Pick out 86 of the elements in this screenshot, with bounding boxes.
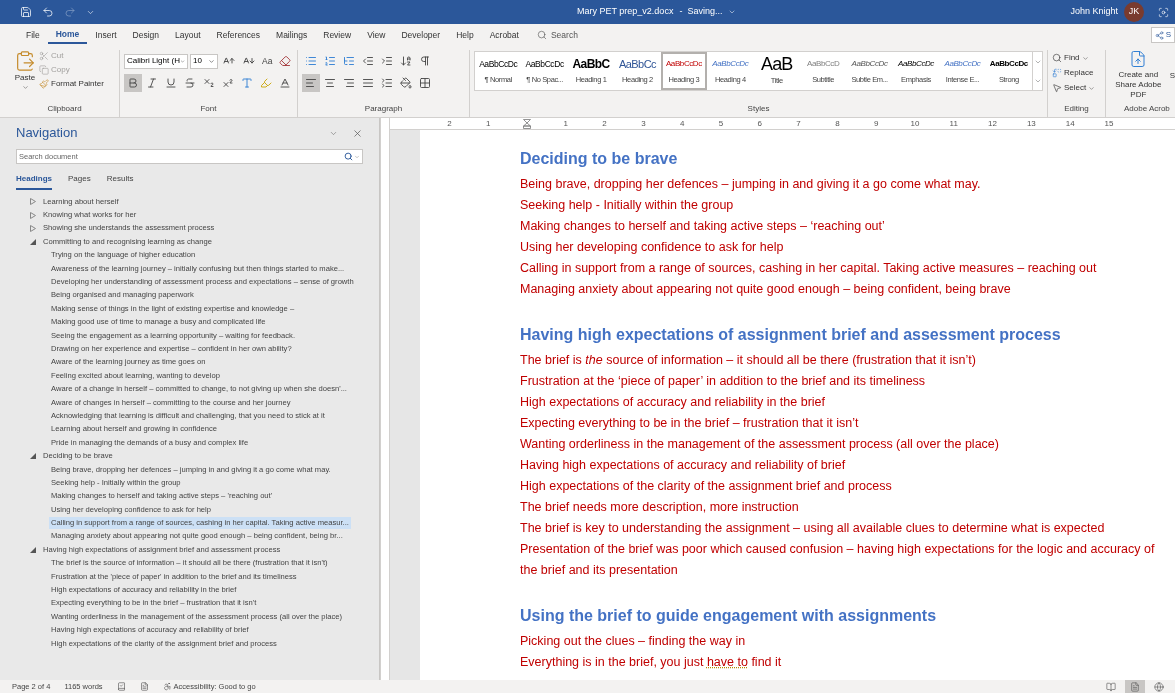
document-title: Mary PET prep_v2.docx: [577, 5, 674, 18]
document-paragraph: High expectations of the clarity of the assignment brief and process: [520, 478, 893, 495]
tell-me-field[interactable]: Search: [550, 28, 611, 42]
document-paragraph: Making changes to herself and taking active steps – ‘reaching out’: [520, 218, 886, 235]
acrobat-button[interactable]: S: [1169, 50, 1175, 82]
read-view-icon[interactable]: [1106, 681, 1116, 692]
indent-marker-icon[interactable]: [523, 118, 531, 129]
create-pdf-button[interactable]: Create and Share Adobe PDF: [1110, 50, 1167, 100]
document-paragraph: High expectations of accuracy and reliability in the brief: [520, 394, 827, 411]
ribbon-tab[interactable]: References: [208, 26, 269, 44]
proofing-icon[interactable]: [116, 682, 126, 691]
save-status: - Saving...: [679, 5, 723, 18]
replace-icon[interactable]: [1052, 68, 1062, 78]
find-button[interactable]: Find: [1052, 52, 1096, 64]
ribbon-tab[interactable]: Design: [124, 26, 168, 44]
document-paragraph: Everything is in the brief, you just have to find it: [520, 654, 783, 671]
group-label: Styles: [746, 103, 771, 115]
collapsed-triangle-icon[interactable]: [30, 198, 36, 206]
expanded-triangle-icon[interactable]: [30, 453, 36, 460]
document-paragraph: Frustration at the ‘piece of paper’ in addition to the brief and its timeliness: [520, 373, 927, 390]
ribbon-tab[interactable]: Help: [448, 26, 482, 44]
document-paragraph: Managing anxiety about appearing not quite good enough – being confident, being brave: [520, 281, 1012, 298]
format-painter-button[interactable]: Format Painter: [39, 78, 104, 90]
accessibility-icon[interactable]: [162, 682, 172, 691]
pane-tab[interactable]: Results: [106, 173, 134, 190]
ribbon-tab[interactable]: Mailings: [268, 26, 316, 44]
group-label: Clipboard: [46, 103, 83, 115]
ribbon-tab[interactable]: Insert: [87, 26, 125, 44]
ribbon-tab[interactable]: Layout: [167, 26, 209, 44]
share-button[interactable]: S: [1150, 27, 1175, 43]
group-label: Adobe Acrob: [1123, 103, 1171, 115]
ribbon-tab[interactable]: File: [18, 26, 48, 44]
undo-icon[interactable]: [42, 6, 54, 18]
user-avatar[interactable]: JK: [1124, 2, 1144, 22]
pane-tab[interactable]: Pages: [68, 173, 91, 190]
search-icon[interactable]: [536, 30, 547, 40]
font-size-dropdown[interactable]: 10: [190, 53, 218, 69]
user-name: John Knight: [1070, 5, 1118, 19]
document-paragraph: Expecting everything to be in the brief – frustration that it isn’t: [520, 415, 860, 432]
expanded-triangle-icon[interactable]: [30, 238, 36, 245]
document-heading: Using the brief to guide engagement with assignments: [520, 606, 938, 626]
document-paragraph: Calling in support from a range of sources, cashing in her capital. Taking active measures – reaching out: [520, 260, 1098, 277]
search-icon[interactable]: [1052, 53, 1062, 63]
clipboard-icon[interactable]: [14, 50, 36, 72]
collapsed-triangle-icon[interactable]: [30, 224, 36, 232]
document-paragraph: Being brave, dropping her defences – jumping in and giving it a go come what may.: [520, 176, 982, 193]
group-label: Font: [199, 103, 218, 115]
pointer-icon[interactable]: [1052, 83, 1062, 93]
font-family-dropdown[interactable]: Calibri Light (H: [124, 53, 188, 69]
paste-button[interactable]: Paste: [14, 50, 36, 91]
document-paragraph: The brief is the source of information – it should all be there (frustration that it isn’t): [520, 352, 977, 369]
file-upload-icon[interactable]: [1129, 50, 1148, 68]
group-label: Paragraph: [363, 103, 404, 115]
paintbrush-icon[interactable]: [39, 79, 49, 89]
display-options-icon[interactable]: [1158, 6, 1169, 18]
document-paragraph: Using her developing confidence to ask for help: [520, 239, 785, 256]
share-icon[interactable]: [1154, 30, 1164, 40]
collapsed-triangle-icon[interactable]: [30, 211, 36, 219]
document-paragraph: Having high expectations of accuracy and reliability of brief: [520, 457, 847, 474]
document-paragraph: The brief is key to understanding the assignment – using all available clues to determine what is expected: [520, 520, 1106, 537]
print-view-icon[interactable]: [1130, 681, 1140, 692]
ribbon-tab[interactable]: Home: [47, 26, 88, 44]
document-paragraph: The brief needs more description, more instruction: [520, 499, 800, 516]
ribbon-tab[interactable]: Developer: [393, 26, 449, 44]
document-paragraph: Seeking help - Initially within the group: [520, 197, 735, 214]
document-paragraph: Picking out the clues – finding the way in: [520, 633, 747, 650]
save-icon[interactable]: [20, 6, 32, 18]
ribbon-tab[interactable]: Review: [315, 26, 360, 44]
document-heading: Deciding to be brave: [520, 149, 679, 169]
print-view-button[interactable]: [1125, 680, 1145, 693]
document-icon[interactable]: [139, 682, 149, 691]
close-icon[interactable]: [352, 127, 363, 139]
horizontal-ruler: 2 1 1 2 3 4 5 6 7 8 9 10 11 12 13 14 15: [390, 118, 1175, 130]
change-case-button[interactable]: Aa: [260, 54, 275, 68]
document-paragraph: Wanting orderliness in the management of the assessment process (all over the place): [520, 436, 1000, 453]
select-button[interactable]: Select: [1052, 82, 1096, 94]
pane-tab[interactable]: Headings: [16, 173, 52, 190]
group-label: Editing: [1063, 103, 1090, 115]
document-paragraph: Presentation of the brief was poor which caused confusion – having high expectations for the logic and accuracy of the brief and its presentation: [520, 541, 1156, 579]
ribbon-tab[interactable]: View: [359, 26, 394, 44]
replace-button[interactable]: Replace: [1052, 67, 1096, 79]
expanded-triangle-icon[interactable]: [30, 546, 36, 553]
pane-title: Navigation: [16, 124, 78, 143]
web-view-icon[interactable]: [1154, 681, 1164, 692]
ribbon-tab[interactable]: Acrobat: [481, 26, 527, 44]
document-heading: Having high expectations of assignment brief and assessment process: [520, 325, 1062, 345]
